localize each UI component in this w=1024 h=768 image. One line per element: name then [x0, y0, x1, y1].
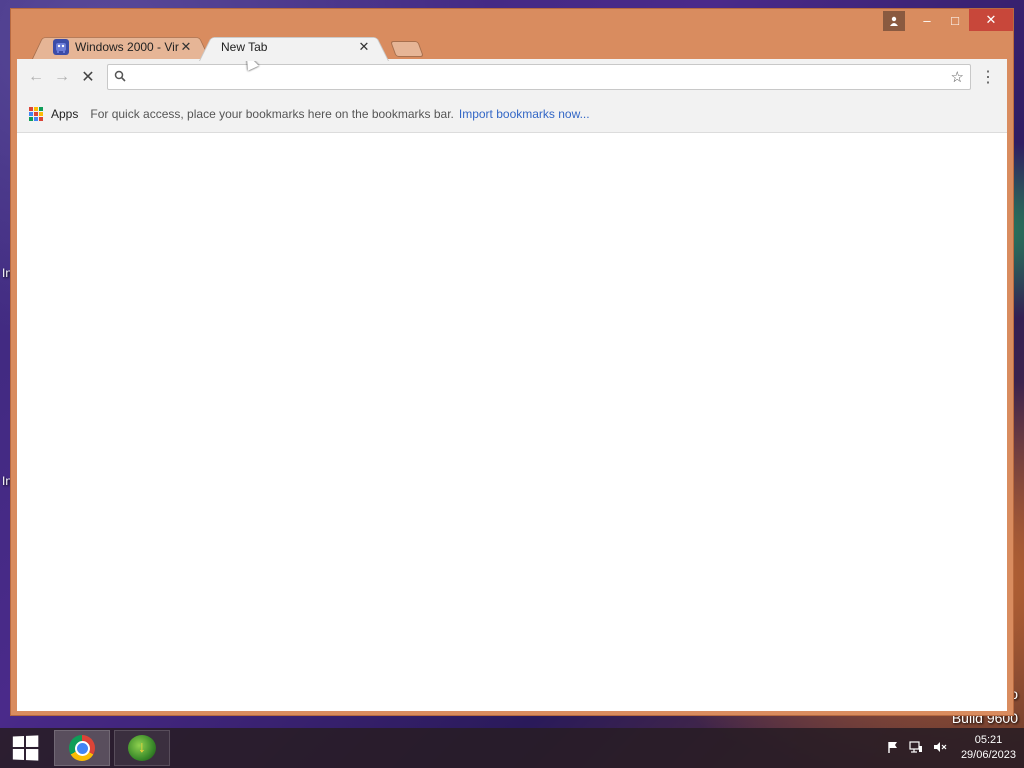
tab-new-tab[interactable]: New Tab ✕ — [199, 33, 389, 61]
taskbar-chrome[interactable] — [54, 730, 110, 766]
clock[interactable]: 05:21 29/06/2023 — [961, 733, 1016, 763]
tab-windows-2000[interactable]: Windows 2000 - Virtual ✕ — [31, 33, 211, 61]
menu-button[interactable]: ⋮ — [975, 67, 1001, 87]
bookmarks-bar: Apps For quick access, place your bookma… — [17, 95, 1007, 133]
browser-window: – □ ✕ Windows 2000 - Virtual ✕ New Tab ✕… — [10, 8, 1014, 716]
user-icon[interactable] — [883, 11, 905, 31]
speaker-muted-icon[interactable] — [933, 741, 947, 756]
taskbar-idm[interactable]: ↓ — [114, 730, 170, 766]
chrome-icon — [69, 735, 95, 761]
windows-logo-icon — [12, 735, 39, 761]
forward-button[interactable]: → — [49, 64, 75, 90]
tab-title: Windows 2000 - Virtual — [75, 40, 179, 54]
minimize-button[interactable]: – — [913, 9, 941, 31]
idm-icon: ↓ — [128, 735, 156, 761]
tab-strip: Windows 2000 - Virtual ✕ New Tab ✕ — [31, 31, 421, 61]
bookmark-star-icon[interactable]: ☆ — [951, 68, 964, 86]
import-bookmarks-link[interactable]: Import bookmarks now... — [459, 107, 590, 121]
tab-close-icon[interactable]: ✕ — [179, 39, 193, 55]
monster-icon — [53, 39, 69, 55]
omnibox[interactable]: ☆ — [107, 64, 971, 90]
system-tray: 05:21 29/06/2023 — [877, 728, 1016, 768]
back-button[interactable]: ← — [23, 64, 49, 90]
bookmarks-hint: For quick access, place your bookmarks h… — [90, 106, 454, 121]
clock-date: 29/06/2023 — [960, 749, 1016, 761]
flag-icon[interactable] — [887, 741, 899, 756]
desktop: In In o Build 9600 – □ ✕ Windows 2000 - … — [0, 0, 1024, 768]
new-tab-button[interactable] — [393, 41, 421, 57]
tab-title: New Tab — [221, 40, 268, 54]
maximize-button[interactable]: □ — [941, 9, 969, 31]
network-icon[interactable] — [909, 740, 923, 756]
window-controls: – □ ✕ — [883, 9, 1013, 35]
apps-link[interactable]: Apps — [51, 107, 78, 121]
stop-button[interactable]: ✕ — [75, 64, 101, 90]
apps-grid-icon[interactable] — [29, 106, 43, 121]
start-button[interactable] — [0, 728, 50, 768]
page-content — [17, 134, 1007, 711]
tab-close-icon[interactable]: ✕ — [357, 39, 371, 55]
search-icon — [114, 70, 126, 85]
taskbar: ↓ 05:21 29/06/2023 — [0, 728, 1024, 768]
close-button[interactable]: ✕ — [969, 9, 1013, 31]
clock-time: 05:21 — [974, 734, 1003, 746]
address-input[interactable] — [132, 66, 951, 88]
browser-client-area: ← → ✕ ☆ ⋮ Apps For quick access, place y… — [17, 59, 1007, 711]
toolbar: ← → ✕ ☆ ⋮ — [17, 59, 1007, 95]
